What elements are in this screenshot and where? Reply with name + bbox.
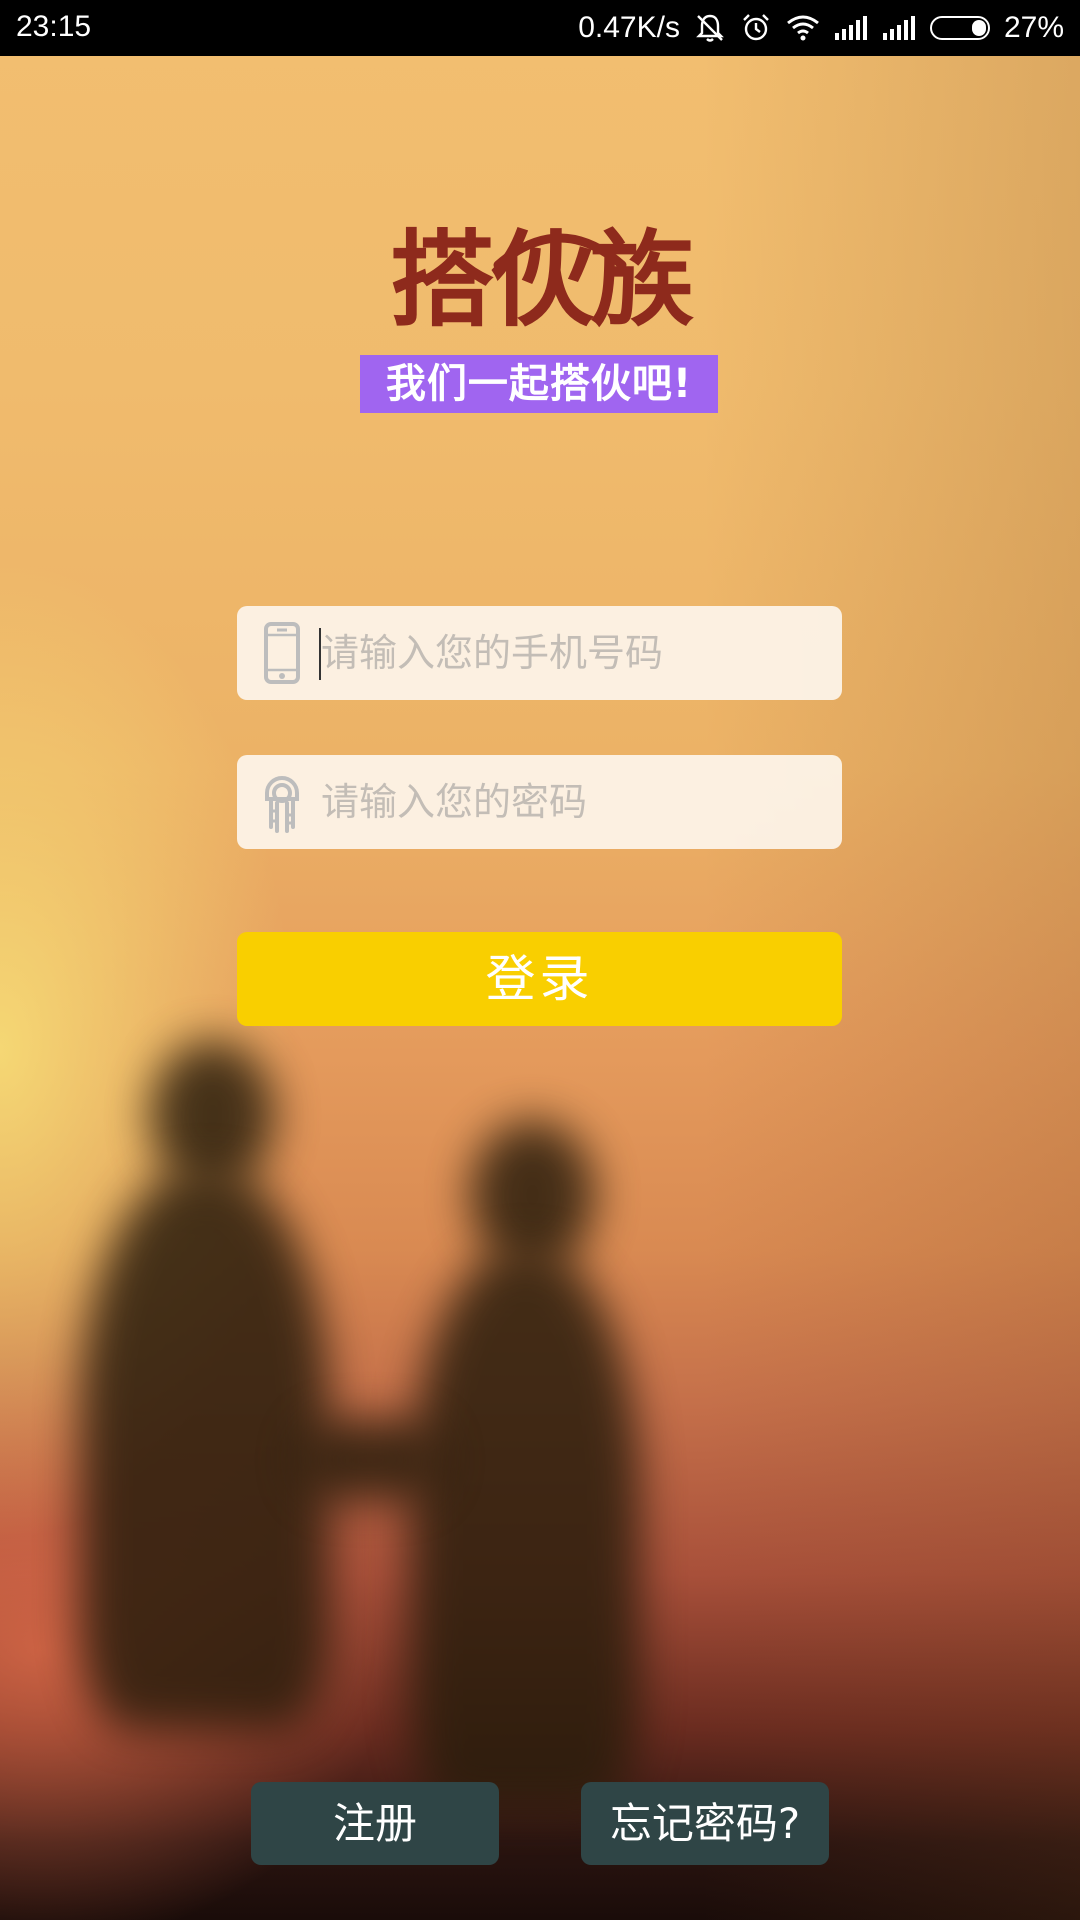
status-time: 23:15 <box>16 10 92 43</box>
status-bar: 23:15 0.47K/s 27% <box>0 0 1080 56</box>
password-field[interactable] <box>237 755 842 849</box>
battery-percent: 27% <box>1003 11 1064 44</box>
alarm-icon <box>740 12 772 44</box>
login-screen: 23:15 0.47K/s 27% 搭伙族 我们一起搭伙吧! 请输入您的手机号码… <box>0 0 1080 1920</box>
app-logo: 搭伙族 我们一起搭伙吧! <box>360 215 720 415</box>
logo-slogan: 我们一起搭伙吧! <box>360 355 718 413</box>
network-speed: 0.47K/s <box>578 11 680 44</box>
phone-input[interactable] <box>319 606 821 700</box>
text-cursor <box>319 628 321 680</box>
forgot-password-button[interactable]: 忘记密码? <box>581 1782 829 1865</box>
register-button[interactable]: 注册 <box>251 1782 499 1865</box>
key-icon <box>265 776 299 833</box>
wifi-icon <box>786 14 820 42</box>
status-icons: 0.47K/s 27% <box>578 0 1064 56</box>
mute-icon <box>694 12 726 44</box>
signal-icon <box>834 15 868 41</box>
login-button[interactable]: 登录 <box>237 932 842 1026</box>
logo-title: 搭伙族 <box>389 218 694 341</box>
phone-field[interactable] <box>237 606 842 700</box>
battery-icon <box>929 16 990 40</box>
signal-icon-2 <box>882 15 916 41</box>
phone-icon <box>264 622 300 684</box>
password-input[interactable] <box>319 755 821 849</box>
